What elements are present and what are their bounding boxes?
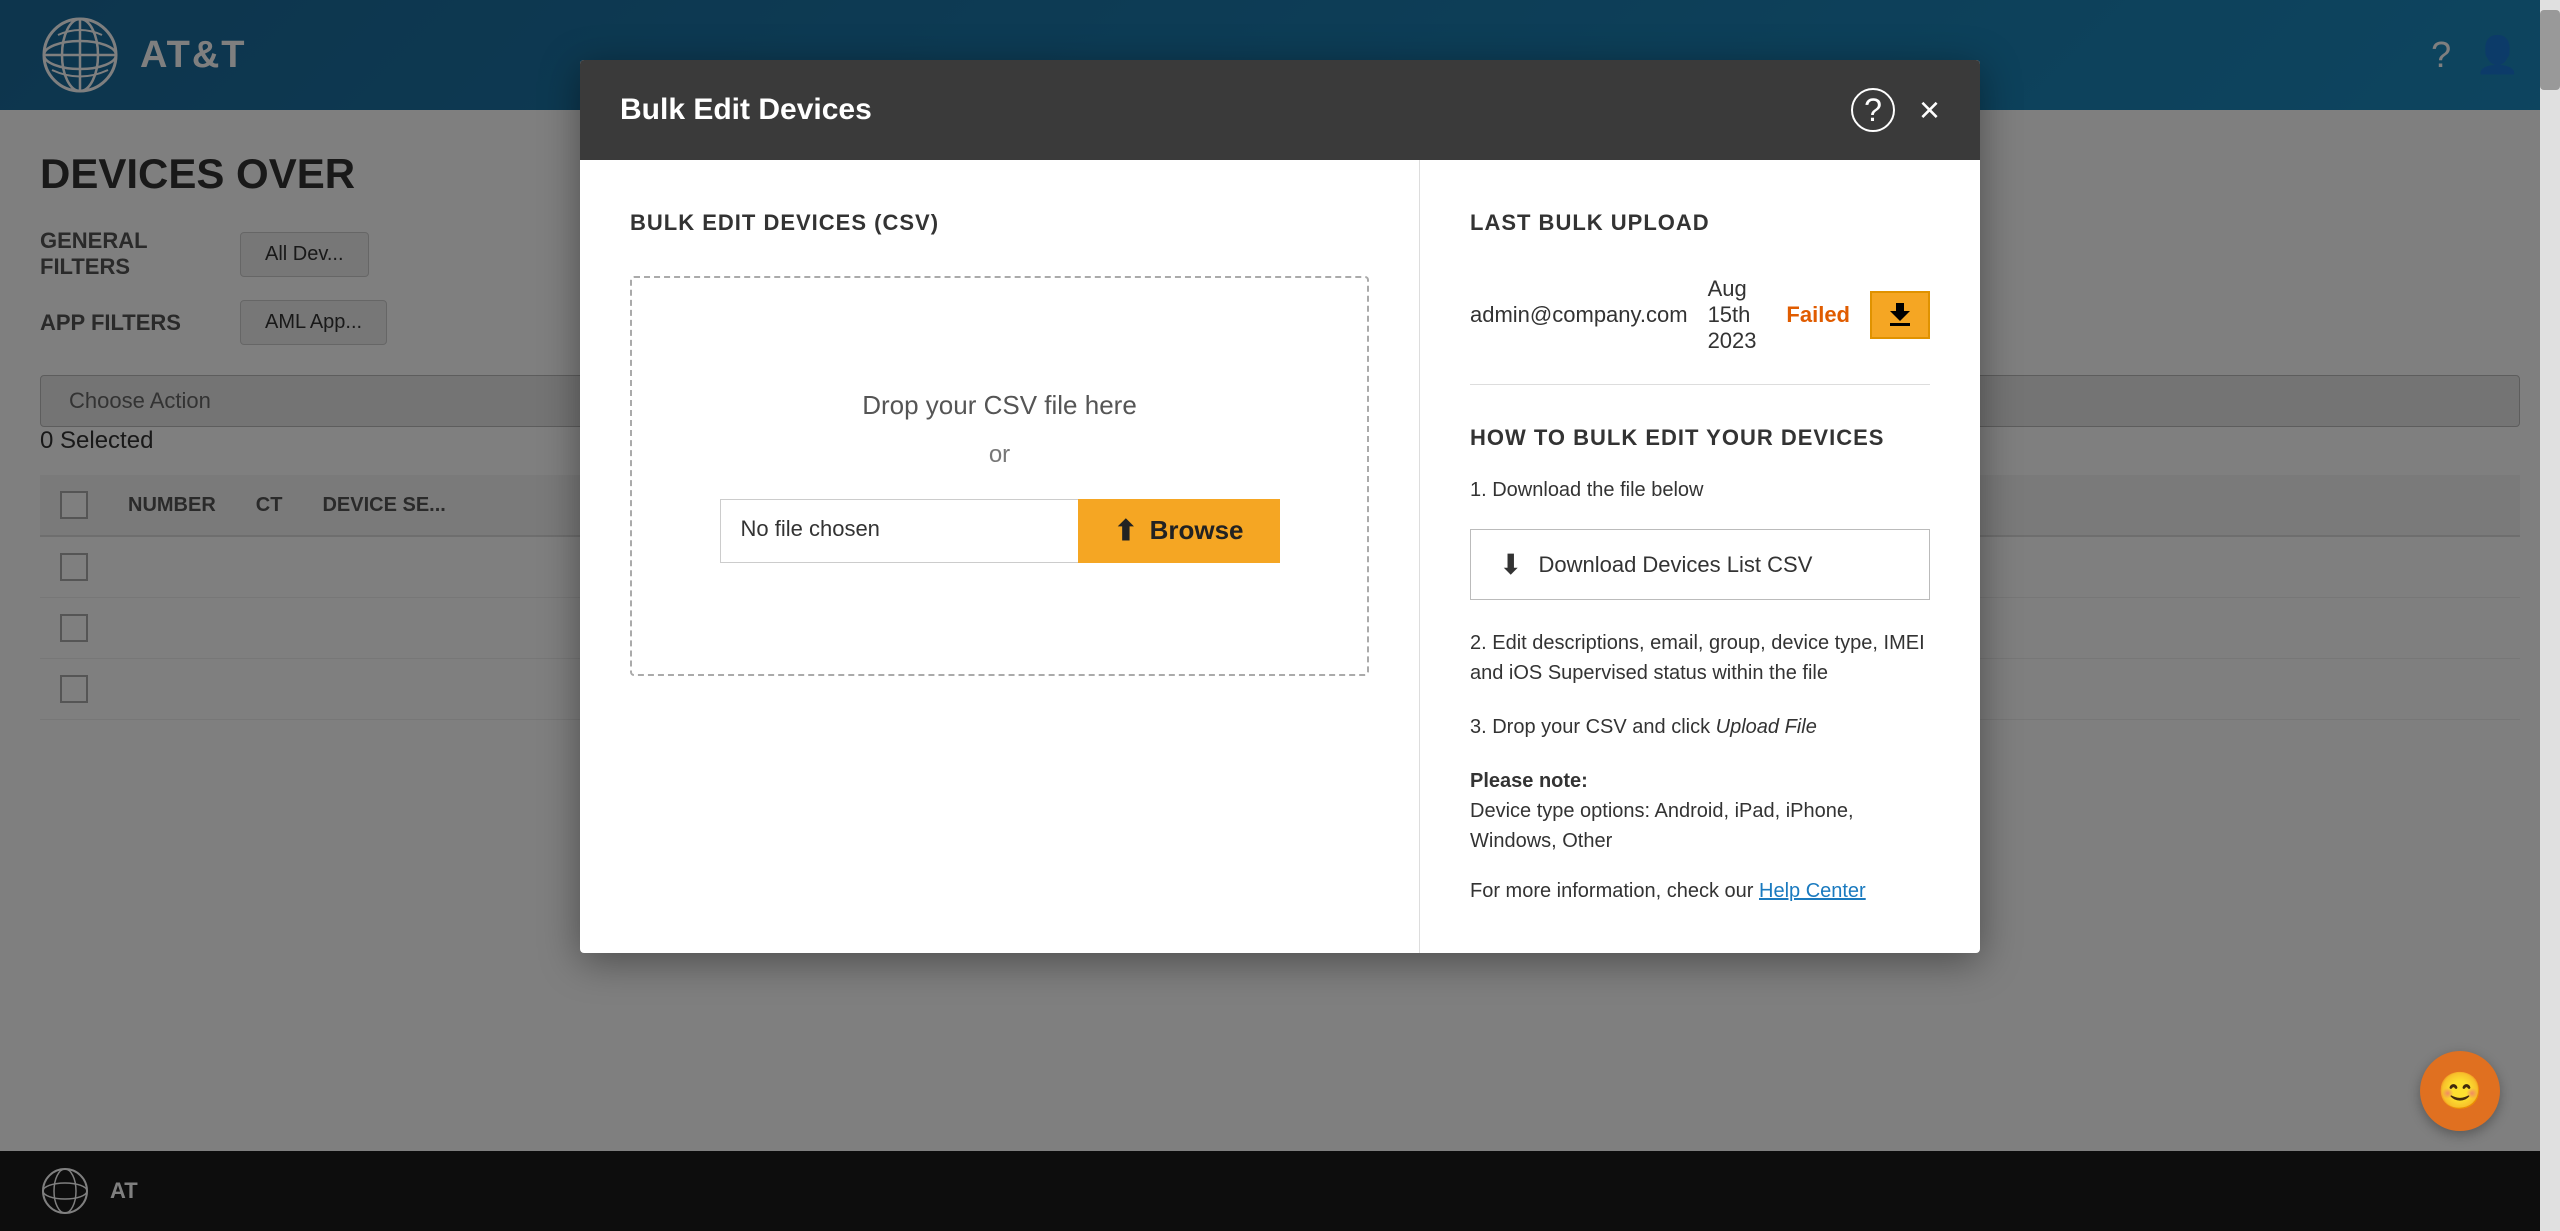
- help-center-prefix: For more information, check our: [1470, 880, 1759, 902]
- upload-status-badge: Failed: [1786, 302, 1850, 328]
- step-1-text: 1. Download the file below: [1470, 475, 1930, 505]
- modal-title: Bulk Edit Devices: [620, 93, 872, 127]
- bulk-edit-section-title: BULK EDIT DEVICES (CSV): [630, 210, 1369, 236]
- modal-close-button[interactable]: ×: [1919, 92, 1940, 128]
- csv-drop-zone[interactable]: Drop your CSV file here or No file chose…: [630, 276, 1369, 676]
- file-input-row: No file chosen ⬆ Browse: [720, 499, 1280, 563]
- upload-email: admin@company.com: [1470, 302, 1688, 328]
- please-note-label: Please note:: [1470, 770, 1588, 792]
- modal-help-button[interactable]: ?: [1851, 88, 1895, 132]
- file-name-display: No file chosen: [720, 499, 1079, 563]
- modal-right-panel: LAST BULK UPLOAD admin@company.com Aug 1…: [1420, 160, 1980, 953]
- how-to-section: HOW TO BULK EDIT YOUR DEVICES 1. Downloa…: [1470, 425, 1930, 903]
- bulk-edit-modal: Bulk Edit Devices ? × BULK EDIT DEVICES …: [580, 60, 1980, 953]
- how-to-title: HOW TO BULK EDIT YOUR DEVICES: [1470, 425, 1930, 451]
- browse-label: Browse: [1150, 515, 1244, 546]
- download-icon: [1886, 301, 1914, 329]
- download-result-button[interactable]: [1870, 291, 1930, 339]
- browse-button[interactable]: ⬆ Browse: [1078, 499, 1279, 563]
- upload-icon: ⬆: [1114, 514, 1137, 547]
- download-csv-button[interactable]: ⬇ Download Devices List CSV: [1470, 529, 1930, 600]
- modal-body: BULK EDIT DEVICES (CSV) Drop your CSV fi…: [580, 160, 1980, 953]
- please-note: Please note: Device type options: Androi…: [1470, 766, 1930, 856]
- modal-overlay: Bulk Edit Devices ? × BULK EDIT DEVICES …: [0, 0, 2560, 1231]
- chat-icon: 😊: [2438, 1070, 2483, 1112]
- last-upload-section: LAST BULK UPLOAD admin@company.com Aug 1…: [1470, 210, 1930, 385]
- help-center-row: For more information, check our Help Cen…: [1470, 880, 1930, 903]
- last-upload-title: LAST BULK UPLOAD: [1470, 210, 1930, 236]
- download-csv-label: Download Devices List CSV: [1538, 552, 1812, 578]
- step-3-prefix: 3. Drop your CSV and click: [1470, 716, 1716, 738]
- scroll-thumb[interactable]: [2540, 10, 2560, 90]
- step-3-italic: Upload File: [1716, 716, 1817, 738]
- step-2-text: 2. Edit descriptions, email, group, devi…: [1470, 628, 1930, 688]
- please-note-text: Device type options: Android, iPad, iPho…: [1470, 800, 1854, 852]
- step-3-text: 3. Drop your CSV and click Upload File: [1470, 712, 1930, 742]
- chat-bubble-button[interactable]: 😊: [2420, 1051, 2500, 1131]
- modal-header-actions: ? ×: [1851, 88, 1940, 132]
- help-center-link[interactable]: Help Center: [1759, 880, 1866, 902]
- scrollbar: [2540, 0, 2560, 1231]
- drop-zone-text: Drop your CSV file here: [862, 390, 1137, 421]
- last-upload-row: admin@company.com Aug 15th 2023 Failed: [1470, 276, 1930, 354]
- modal-left-panel: BULK EDIT DEVICES (CSV) Drop your CSV fi…: [580, 160, 1420, 953]
- drop-or-text: or: [989, 441, 1010, 469]
- modal-header: Bulk Edit Devices ? ×: [580, 60, 1980, 160]
- download-csv-icon: ⬇: [1499, 548, 1522, 581]
- upload-date: Aug 15th 2023: [1708, 276, 1767, 354]
